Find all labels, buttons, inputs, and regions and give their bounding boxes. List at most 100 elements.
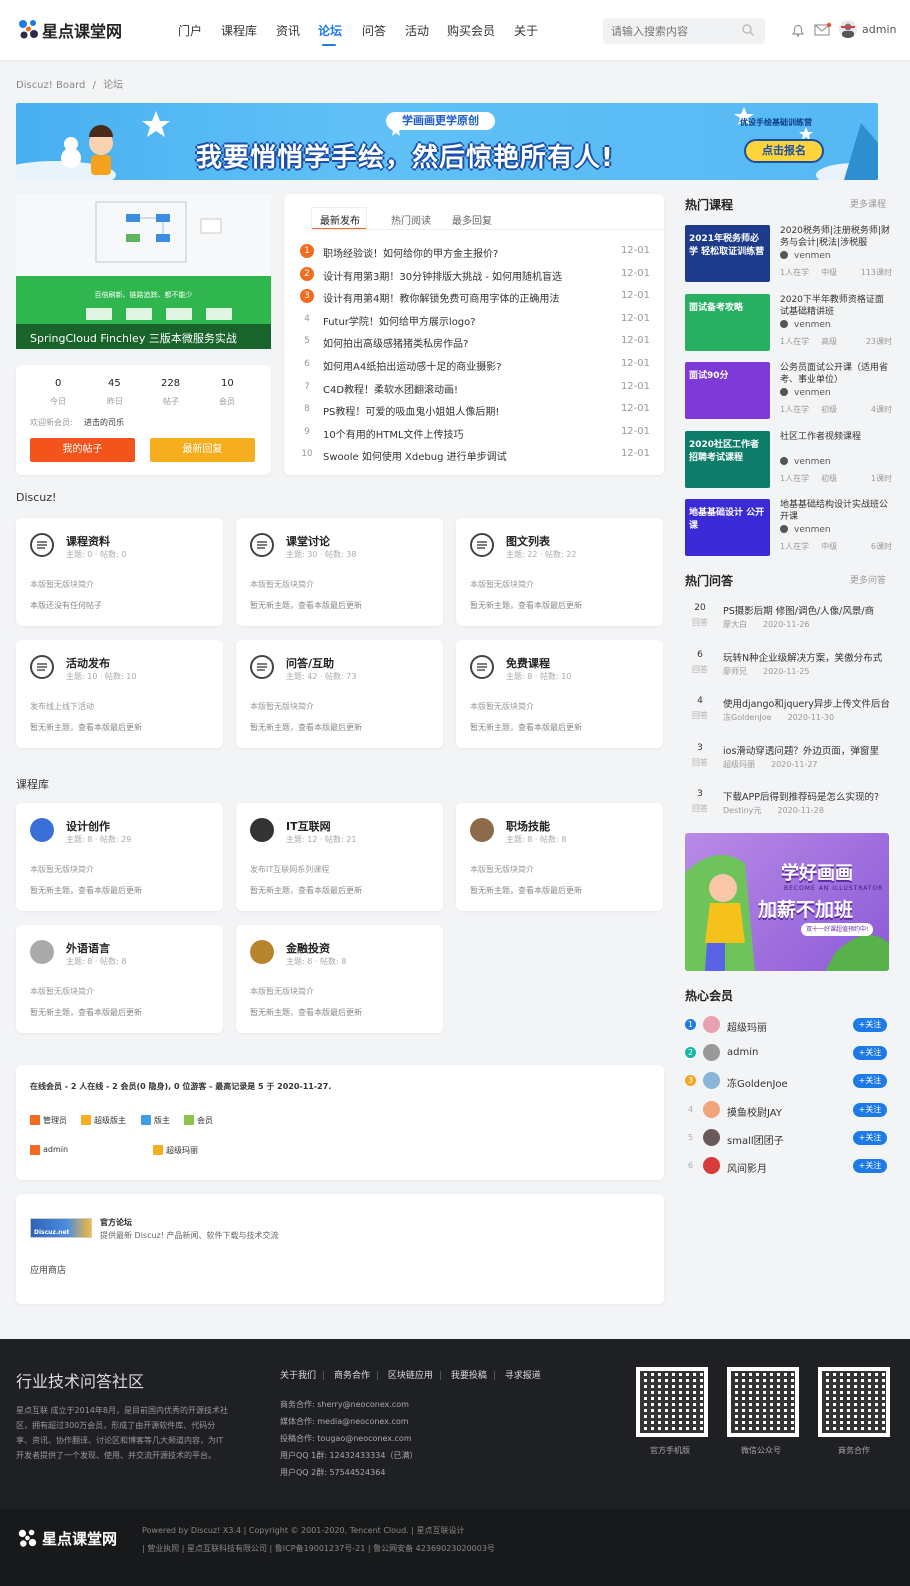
- qa-user[interactable]: 超级玛丽: [723, 760, 755, 769]
- nav-news[interactable]: 资讯: [276, 22, 300, 39]
- course-item[interactable]: 2021年税务师必学 轻松取证训练营 2020税务师|注册税务师|财务与会计|税…: [685, 225, 895, 285]
- course-item[interactable]: 2020社区工作者 招聘考试课程 社区工作者视频课程 venmen 1人在学 初级…: [685, 430, 895, 491]
- course-thumbnail[interactable]: 面试备考攻略: [685, 293, 770, 351]
- course-title[interactable]: 社区工作者视频课程: [780, 431, 892, 443]
- forum-last-post[interactable]: 暂无新主题，查看本版最后更新: [250, 1007, 362, 1018]
- more-courses-link[interactable]: 更多课程: [850, 197, 886, 210]
- member-avatar[interactable]: [703, 1016, 720, 1033]
- search-icon[interactable]: [741, 23, 755, 40]
- nav-forum[interactable]: 论坛: [318, 22, 342, 39]
- forum-name[interactable]: 图文列表: [506, 533, 550, 549]
- footer-link-submit[interactable]: 我要投稿: [451, 1371, 487, 1381]
- follow-button[interactable]: +关注: [853, 1074, 887, 1089]
- thread-row[interactable]: 7 C4D教程！柔软水团翻滚动画! 12-01: [300, 380, 660, 396]
- qa-user[interactable]: 冻GoldenJoe: [723, 713, 772, 722]
- course-item[interactable]: 面试备考攻略 2020下半年教师资格证面试基础精讲班 venmen 1人在学 高级…: [685, 293, 895, 354]
- member-name[interactable]: 风间影月: [727, 1160, 767, 1175]
- thread-title[interactable]: Swoole 如何使用 Xdebug 进行单步调试: [323, 448, 507, 463]
- follow-button[interactable]: +关注: [853, 1159, 887, 1173]
- member-avatar[interactable]: [703, 1072, 720, 1090]
- thread-row[interactable]: 6 如何用A4纸拍出运动感十足的商业摄影? 12-01: [300, 357, 660, 373]
- forum-last-post[interactable]: 暂无新主题，查看本版最后更新: [30, 1007, 142, 1018]
- forum-card[interactable]: 免费课程 主题: 8 · 帖数: 10 本版暂无版块简介 暂无新主题，查看本版最…: [456, 640, 663, 748]
- forum-name[interactable]: 课程资料: [66, 533, 110, 549]
- forum-last-post[interactable]: 暂无新主题，查看本版最后更新: [250, 722, 362, 733]
- nav-buy-membership[interactable]: 购买会员: [447, 22, 495, 39]
- official-forum-link[interactable]: 官方论坛: [100, 1217, 132, 1228]
- bell-icon[interactable]: [790, 22, 806, 41]
- course-item[interactable]: 面试90分 公务员面试公开课（适用省考、事业单位） venmen 1人在学 初级 4…: [685, 362, 895, 422]
- qa-item[interactable]: 20 回答 PS摄影后期 修图/调色/人像/风景/商 廖大白 2020-11-26: [685, 603, 895, 645]
- qa-item[interactable]: 6 回答 玩转N种企业级解决方案，笑傲分布式 廖师兄 2020-11-25: [685, 650, 895, 692]
- member-avatar[interactable]: [703, 1128, 720, 1146]
- forum-card[interactable]: 职场技能 主题: 8 · 帖数: 8 本版暂无版块简介 暂无新主题，查看本版最后…: [456, 803, 663, 911]
- online-user-chaojimali[interactable]: 超级玛丽: [166, 1145, 198, 1156]
- tab-most-replies[interactable]: 最多回复: [452, 212, 492, 227]
- nav-about[interactable]: 关于: [514, 22, 538, 39]
- course-thumbnail[interactable]: 2021年税务师必学 轻松取证训练营: [685, 225, 770, 282]
- course-author[interactable]: venmen: [794, 457, 831, 467]
- footer-link-blockchain[interactable]: 区块链应用: [388, 1371, 433, 1381]
- follow-button[interactable]: +关注: [853, 1130, 887, 1145]
- thread-title[interactable]: 如何拍出高级感猪猪类私房作品?: [323, 335, 468, 350]
- thread-row[interactable]: 2 设计有用第3期！30分钟排版大挑战 - 如何用随机盲选 12-01: [300, 266, 660, 283]
- nav-qa[interactable]: 问答: [362, 22, 386, 39]
- forum-card[interactable]: 金融投资 主题: 8 · 帖数: 8 本版暂无版块简介 暂无新主题，查看本版最后…: [236, 925, 443, 1033]
- welcome-member-name[interactable]: 进击的司乐: [84, 417, 124, 428]
- follow-button[interactable]: +关注: [853, 1046, 887, 1061]
- course-title[interactable]: 公务员面试公开课（适用省考、事业单位）: [780, 362, 892, 386]
- thread-row[interactable]: 1 职场经验谈！如何给你的甲方金主报价? 12-01: [300, 244, 660, 260]
- qa-title[interactable]: ios滑动穿透问题？外边页面，弹窗里: [723, 743, 893, 757]
- thread-title[interactable]: 职场经验谈！如何给你的甲方金主报价?: [323, 245, 498, 260]
- online-user-admin[interactable]: admin: [43, 1145, 68, 1154]
- forum-name[interactable]: IT互联网: [286, 818, 331, 834]
- course-title[interactable]: 地基基础结构设计实战班公开课: [780, 499, 892, 523]
- member-name[interactable]: 冻GoldenJoe: [727, 1075, 788, 1090]
- thread-title[interactable]: 10个有用的HTML文件上传技巧: [323, 426, 464, 441]
- member-name[interactable]: small团团子: [727, 1132, 784, 1147]
- forum-name[interactable]: 设计创作: [66, 818, 110, 834]
- member-avatar[interactable]: [703, 1044, 720, 1062]
- forum-name[interactable]: 问答/互助: [286, 655, 334, 671]
- qa-title[interactable]: PS摄影后期 修图/调色/人像/风景/商: [723, 603, 893, 617]
- qa-title[interactable]: 使用django和jquery异步上传文件后台: [723, 696, 893, 710]
- forum-last-post[interactable]: 本版还没有任何帖子: [30, 600, 102, 611]
- discuz-net-logo[interactable]: Discuz.net: [30, 1218, 92, 1238]
- forum-card[interactable]: 设计创作 主题: 8 · 帖数: 29 本版暂无版块简介 暂无新主题，查看本版最…: [16, 803, 223, 911]
- thread-row[interactable]: 9 10个有用的HTML文件上传技巧 12-01: [300, 425, 660, 441]
- course-title[interactable]: 2020下半年教师资格证面试基础精讲班: [780, 294, 892, 318]
- thread-title[interactable]: Futur学院！如何给甲方展示logo?: [323, 313, 476, 328]
- forum-name[interactable]: 免费课程: [506, 655, 550, 671]
- qa-title[interactable]: 玩转N种企业级解决方案，笑傲分布式: [723, 650, 893, 664]
- slide-caption[interactable]: SpringCloud Finchley 三版本微服务实战: [30, 330, 237, 346]
- footer-link-about[interactable]: 关于我们: [280, 1371, 316, 1381]
- thread-row[interactable]: 3 设计有用第4期！教你解锁免费可商用字体的正确用法 12-01: [300, 289, 660, 305]
- member-avatar[interactable]: [703, 1157, 720, 1174]
- forum-last-post[interactable]: 暂无新主题，查看本版最后更新: [250, 600, 362, 611]
- forum-card[interactable]: IT互联网 主题: 12 · 帖数: 21 发布IT互联网系列课程 暂无新主题，…: [236, 803, 443, 911]
- forum-name[interactable]: 职场技能: [506, 818, 550, 834]
- footer-link-report[interactable]: 寻求报道: [505, 1371, 541, 1381]
- logo-icon[interactable]: [16, 17, 40, 41]
- thread-row[interactable]: 10 Swoole 如何使用 Xdebug 进行单步调试 12-01: [300, 447, 660, 463]
- forum-name[interactable]: 金融投资: [286, 940, 330, 956]
- forum-last-post[interactable]: 暂无新主题，查看本版最后更新: [30, 722, 142, 733]
- member-name[interactable]: admin: [727, 1047, 758, 1058]
- qa-item[interactable]: 3 回答 ios滑动穿透问题？外边页面，弹窗里 超级玛丽 2020-11-27: [685, 743, 895, 785]
- nav-course-library[interactable]: 课程库: [221, 22, 257, 39]
- thread-title[interactable]: PS教程！可爱的吸血鬼小姐姐人像后期!: [323, 403, 499, 418]
- forum-last-post[interactable]: 暂无新主题，查看本版最后更新: [30, 885, 142, 896]
- member-name[interactable]: 摸鱼校尉JAY: [727, 1104, 782, 1119]
- thread-row[interactable]: 5 如何拍出高级感猪猪类私房作品? 12-01: [300, 334, 660, 350]
- course-title[interactable]: 2020税务师|注册税务师|财务与会计|税法|涉税服: [780, 225, 892, 249]
- course-author[interactable]: venmen: [794, 525, 831, 535]
- qa-user[interactable]: Destiny元: [723, 806, 761, 815]
- forum-card[interactable]: 活动发布 主题: 10 · 帖数: 10 发布线上线下活动 暂无新主题，查看本版…: [16, 640, 223, 748]
- course-item[interactable]: 地基基础设计 公开课 地基基础结构设计实战班公开课 venmen 1人在学 中级 6…: [685, 499, 895, 559]
- course-thumbnail[interactable]: 地基基础设计 公开课: [685, 499, 770, 556]
- thread-title[interactable]: C4D教程！柔软水团翻滚动画!: [323, 381, 458, 396]
- forum-card[interactable]: 课堂讨论 主题: 30 · 帖数: 38 本版暂无版块简介 暂无新主题，查看本版…: [236, 518, 443, 626]
- forum-last-post[interactable]: 暂无新主题，查看本版最后更新: [470, 722, 582, 733]
- nav-events[interactable]: 活动: [405, 22, 429, 39]
- qa-item[interactable]: 4 回答 使用django和jquery异步上传文件后台 冻GoldenJoe 2…: [685, 696, 895, 738]
